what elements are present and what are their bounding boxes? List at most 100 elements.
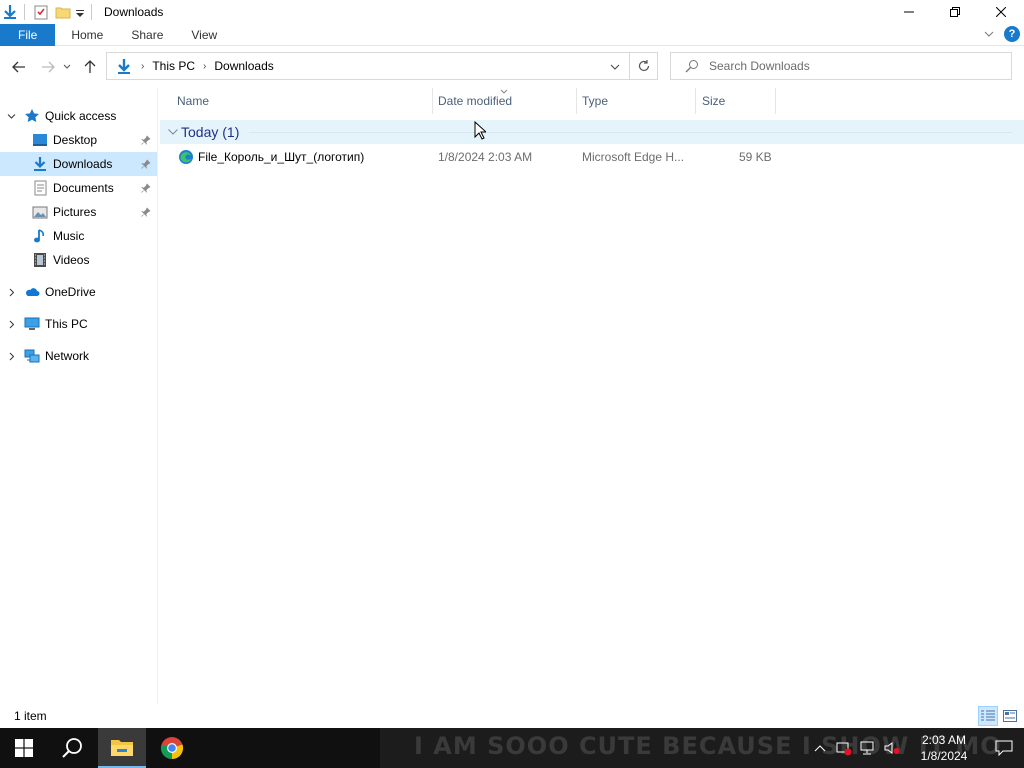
breadcrumb-downloads[interactable]: Downloads (214, 59, 273, 73)
show-hidden-icons-chevron-icon[interactable] (808, 728, 832, 768)
star-icon (24, 108, 40, 124)
documents-icon (32, 180, 48, 196)
breadcrumb-chevron-icon[interactable]: › (203, 61, 206, 72)
nav-item-videos[interactable]: Videos (0, 248, 157, 272)
column-divider[interactable] (695, 88, 696, 114)
pin-icon[interactable] (141, 159, 151, 169)
pin-icon[interactable] (141, 207, 151, 217)
tab-view[interactable]: View (177, 24, 231, 46)
nav-label: This PC (45, 317, 88, 331)
column-header-type[interactable]: Type (582, 88, 608, 114)
nav-label: Videos (53, 253, 90, 267)
nav-label: Desktop (53, 133, 98, 147)
column-header-date-modified[interactable]: Date modified (438, 88, 512, 114)
column-divider[interactable] (576, 88, 577, 114)
new-folder-icon[interactable] (55, 4, 71, 20)
breadcrumb-chevron-icon[interactable]: › (141, 61, 144, 72)
nav-item-music[interactable]: Music (0, 224, 157, 248)
downloads-folder-icon[interactable] (2, 4, 18, 20)
breadcrumb-this-pc[interactable]: This PC (152, 59, 195, 73)
nav-label: Documents (53, 181, 114, 195)
column-header-size[interactable]: Size (702, 88, 725, 114)
status-bar: 1 item (0, 704, 1024, 728)
security-alert-icon[interactable] (832, 728, 856, 768)
column-divider[interactable] (775, 88, 776, 114)
address-history-dropdown[interactable] (607, 59, 623, 75)
close-button[interactable] (978, 0, 1024, 24)
nav-label: Network (45, 349, 90, 363)
downloads-location-icon (115, 57, 133, 75)
column-divider[interactable] (432, 88, 433, 114)
onedrive-icon (24, 284, 40, 300)
large-icons-view-button[interactable] (1000, 706, 1020, 726)
recent-locations-button[interactable] (60, 55, 74, 79)
system-tray: 2:03 AM 1/8/2024 (808, 728, 1024, 768)
restore-button[interactable] (932, 0, 978, 24)
nav-item-onedrive[interactable]: OneDrive (0, 280, 157, 304)
network-icon (24, 348, 40, 364)
nav-label: Downloads (53, 157, 113, 171)
chevron-down-icon (610, 64, 620, 70)
start-button[interactable] (0, 728, 48, 768)
network-status-icon[interactable] (856, 728, 880, 768)
help-icon[interactable]: ? (1004, 26, 1020, 42)
windows-logo-icon (15, 739, 33, 757)
clock-date: 1/8/2024 (920, 749, 968, 763)
nav-item-desktop[interactable]: Desktop (0, 128, 157, 152)
tab-share[interactable]: Share (117, 24, 177, 46)
videos-icon (32, 252, 48, 268)
file-name: File_Король_и_Шут_(логотип) (198, 150, 365, 164)
properties-icon[interactable] (33, 4, 49, 20)
address-bar[interactable]: › This PC › Downloads (106, 52, 658, 80)
pin-icon[interactable] (141, 135, 151, 145)
search-box[interactable] (670, 52, 1012, 80)
nav-item-downloads[interactable]: Downloads (0, 152, 157, 176)
action-center-button[interactable] (984, 728, 1024, 768)
nav-item-network[interactable]: Network (0, 344, 157, 368)
nav-item-quick-access[interactable]: Quick access (0, 104, 157, 128)
group-collapse-chevron-icon[interactable] (167, 126, 179, 138)
nav-item-this-pc[interactable]: This PC (0, 312, 157, 336)
title-bar: Downloads (0, 0, 1024, 24)
group-header-today[interactable]: Today (1) (160, 120, 1024, 144)
column-header-name[interactable]: Name (177, 88, 209, 114)
navigation-pane: Quick access Desktop Downloads Documents (0, 88, 158, 704)
collapsed-chevron-icon[interactable] (6, 288, 16, 297)
file-type: Microsoft Edge H... (582, 150, 685, 164)
file-date-modified: 1/8/2024 2:03 AM (438, 150, 533, 164)
up-button[interactable] (78, 55, 102, 79)
volume-muted-icon[interactable] (880, 728, 904, 768)
collapsed-chevron-icon[interactable] (6, 352, 16, 361)
refresh-icon (638, 60, 649, 72)
chrome-taskbar-button[interactable] (148, 728, 196, 768)
search-taskbar-button[interactable] (48, 728, 96, 768)
nav-item-pictures[interactable]: Pictures (0, 200, 157, 224)
file-size: 59 KB (739, 150, 772, 164)
nav-label: Quick access (45, 109, 117, 123)
collapsed-chevron-icon[interactable] (6, 320, 16, 329)
pin-icon[interactable] (141, 183, 151, 193)
restore-icon (950, 7, 960, 17)
back-button[interactable] (7, 55, 31, 79)
file-explorer-icon (111, 740, 133, 756)
notification-icon (995, 740, 1013, 756)
expanded-chevron-icon[interactable] (6, 112, 16, 121)
forward-button[interactable] (36, 55, 60, 79)
table-row[interactable]: File_Король_и_Шут_(логотип) 1/8/2024 2:0… (160, 146, 1024, 168)
customize-toolbar-icon[interactable] (75, 4, 85, 20)
nav-item-documents[interactable]: Documents (0, 176, 157, 200)
file-explorer-taskbar-button[interactable] (98, 728, 146, 768)
minimize-button[interactable] (886, 0, 932, 24)
clock[interactable]: 2:03 AM 1/8/2024 (904, 732, 984, 764)
music-icon (32, 228, 48, 244)
taskbar: I AM SOOO CUTE BECAUSE I SHOW IT MO 2:03… (0, 728, 1024, 768)
expand-ribbon-icon[interactable] (984, 27, 994, 41)
search-input[interactable] (709, 59, 1009, 73)
tab-home[interactable]: Home (57, 24, 117, 46)
group-divider (249, 131, 1012, 133)
download-icon (32, 156, 48, 172)
refresh-button[interactable] (629, 53, 657, 79)
details-view-button[interactable] (978, 706, 998, 726)
nav-label: OneDrive (45, 285, 96, 299)
tab-file[interactable]: File (0, 23, 56, 46)
